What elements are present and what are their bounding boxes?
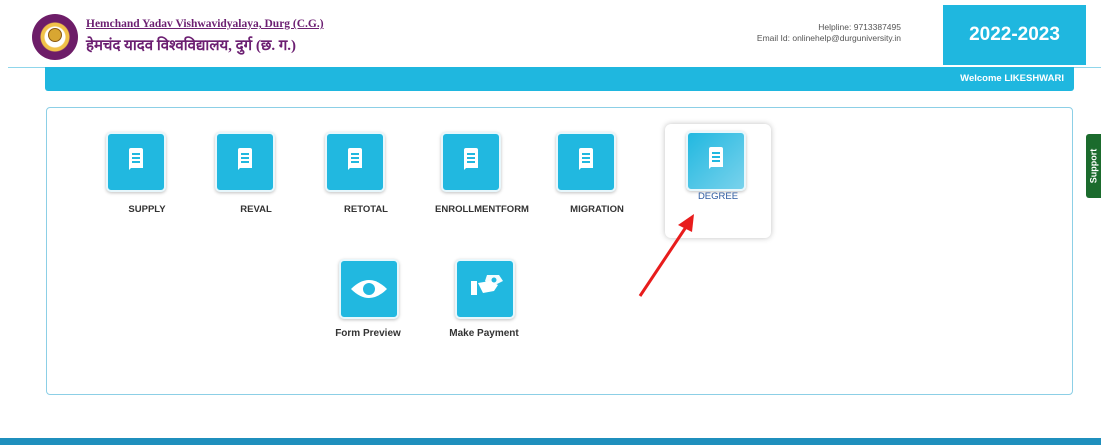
footer-bar [0, 438, 1101, 445]
annotation-arrow-icon [638, 214, 694, 297]
